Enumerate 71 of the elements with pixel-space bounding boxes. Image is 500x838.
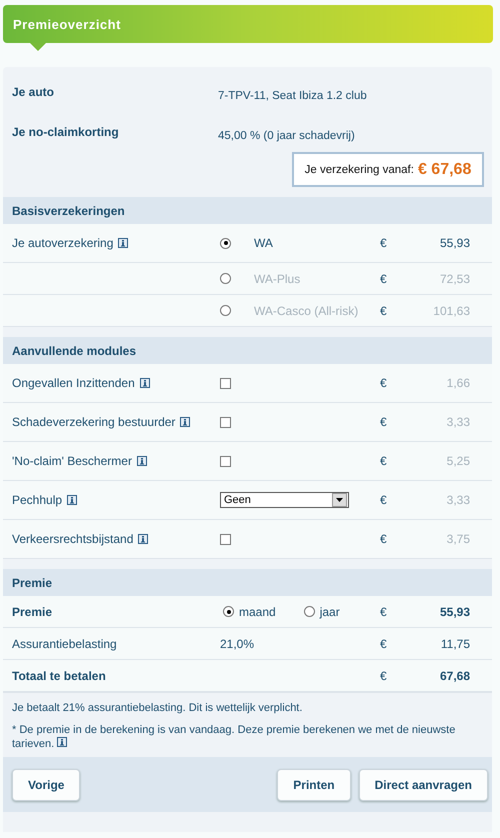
period-label: jaar [320,604,340,618]
header-pointer [30,43,46,51]
info-icon[interactable] [136,456,147,466]
info-icon[interactable] [138,534,148,544]
module-price: 3,33 [446,493,470,507]
module-price: 3,75 [446,532,470,546]
checkbox[interactable] [220,456,231,466]
option-label: WA-Casco (All-risk) [254,304,360,318]
currency-sign: € [380,668,388,682]
summary-value: 45,00 % (0 jaar schadevrij) [217,129,356,144]
header-title: Premieoverzicht [13,16,121,32]
option-price: 101,63 [432,304,470,318]
caret-icon [336,498,343,502]
price-label: Je verzekering vanaf: [304,164,414,176]
info-icon[interactable] [118,238,128,248]
summary-value: 7-TPV-11, Seat Ibiza 1.2 club [217,89,368,104]
premium-amount: 55,93 [438,604,470,618]
back-button[interactable]: Vorige [12,768,80,800]
row-label: Je autoverzekering [12,236,114,250]
module-price: 1,66 [446,376,470,390]
price-amount: € 67,68 [418,160,472,178]
currency-sign: € [380,236,388,250]
checkbox[interactable] [220,378,231,388]
section-header: Basisverzekeringen [3,197,492,224]
info-icon[interactable] [180,417,190,427]
option-price: 55,93 [438,236,470,250]
section-header: Aanvullende modules [3,337,492,364]
option-label: WA-Plus [254,272,302,286]
checkbox[interactable] [220,534,231,544]
summary-label: Je auto [11,85,56,101]
radio-button[interactable] [220,273,231,284]
radio-button[interactable] [304,606,315,617]
action-button[interactable]: Direct aanvragen [358,768,488,800]
row-label: Schadeverzekering bestuurder [12,415,176,429]
row-label: Assurantiebelasting [12,636,118,650]
footnote: Je betaalt 21% assurantiebelasting. Dit is wettelijk verplicht. [12,701,304,715]
summary-label: Je no-claimkorting [11,125,120,141]
row-label: Pechhulp [12,493,62,507]
currency-sign: € [380,493,388,507]
premium-amount: 11,75 [440,636,470,650]
currency-sign: € [380,304,388,318]
currency-sign: € [380,454,388,468]
dropdown[interactable]: Geen [220,492,349,508]
option-price: 72,53 [438,272,470,286]
currency-sign: € [380,376,388,390]
currency-sign: € [380,532,388,546]
tax-rate: 21,0% [220,636,256,650]
info-icon[interactable] [67,495,78,505]
footnote: * De premie in de berekening is van vandaag. Deze premie berekenen we met de nieuwste tarieven. [12,723,456,751]
currency-sign: € [380,272,388,286]
row-label: Premie [12,604,54,618]
row-label: Totaal te betalen [12,668,107,682]
info-icon[interactable] [57,737,68,747]
period-label: maand [239,604,276,618]
radio-button[interactable] [223,606,234,617]
action-button[interactable]: Printen [277,768,351,800]
module-price: 5,25 [446,454,470,468]
currency-sign: € [380,604,388,618]
radio-button[interactable] [220,238,231,248]
row-label: Ongevallen Inzittenden [12,376,135,390]
premium-amount: 67,68 [438,668,470,682]
currency-sign: € [380,415,388,429]
currency-sign: € [380,636,388,650]
row-label: 'No-claim' Beschermer [12,454,132,468]
row-label: Verkeersrechtsbijstand [12,532,134,546]
checkbox[interactable] [220,416,231,428]
section-header: Premie [3,569,492,596]
option-label: WA [254,236,274,250]
radio-button[interactable] [220,305,231,316]
module-price: 3,33 [446,415,470,429]
info-icon[interactable] [140,378,150,388]
